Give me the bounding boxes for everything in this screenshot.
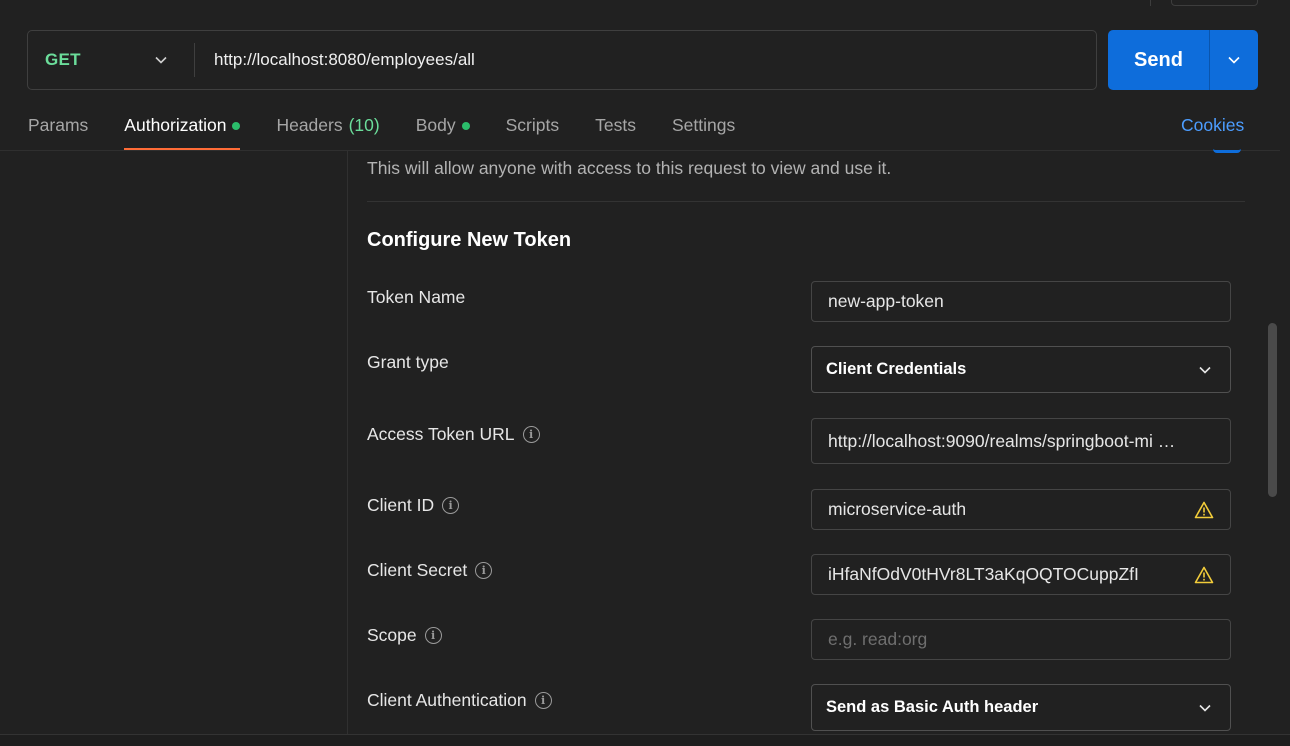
warning-icon[interactable] xyxy=(1194,501,1214,519)
status-dot xyxy=(461,122,470,130)
tab-label: Headers xyxy=(276,115,343,135)
share-notice: This will allow anyone with access to th… xyxy=(367,158,892,178)
postman-request-view: GET http://localhost:8080/employees/all … xyxy=(0,0,1290,746)
tab-label: Body xyxy=(415,115,456,135)
tab-params[interactable]: Params xyxy=(28,108,88,150)
client-secret-input[interactable]: iHfaNfOdV0tHVr8LT3aKqOQTOCuppZfI xyxy=(811,554,1231,595)
label-text: Token Name xyxy=(367,287,466,307)
tab-scripts[interactable]: Scripts xyxy=(506,108,559,150)
chevron-down-icon xyxy=(1227,53,1241,67)
client-id-input[interactable]: microservice-auth xyxy=(811,489,1231,530)
method-label: GET xyxy=(45,50,81,69)
client-authentication-select[interactable]: Send as Basic Auth header xyxy=(811,684,1231,731)
info-icon[interactable]: i xyxy=(442,497,460,514)
label-text: Access Token URL xyxy=(367,424,515,444)
token-name-input[interactable]: new-app-token xyxy=(811,281,1231,322)
share-toggle-partial[interactable] xyxy=(1213,149,1241,153)
cookies-link[interactable]: Cookies xyxy=(1181,115,1244,136)
chevron-down-icon xyxy=(154,53,168,67)
field-value: microservice-auth xyxy=(828,499,967,519)
scope-label: Scope i xyxy=(367,625,442,646)
field-placeholder: e.g. read:org xyxy=(828,629,928,649)
chevron-down-icon xyxy=(1198,701,1212,715)
grant-type-label: Grant type xyxy=(367,352,449,373)
access-token-url-input[interactable]: http://localhost:9090/realms/springboot-… xyxy=(811,418,1231,464)
tab-settings[interactable]: Settings xyxy=(672,108,735,150)
toolbar-button-partial[interactable] xyxy=(1171,0,1258,6)
chevron-down-icon xyxy=(1198,363,1212,377)
send-options-button[interactable] xyxy=(1210,30,1258,90)
request-bar: GET http://localhost:8080/employees/all xyxy=(27,30,1097,90)
section-title: Configure New Token xyxy=(367,229,572,251)
info-icon[interactable]: i xyxy=(534,692,552,709)
field-value: http://localhost:9090/realms/springboot-… xyxy=(828,430,1176,451)
label-text: Scope xyxy=(367,625,417,645)
tab-body[interactable]: Body xyxy=(416,108,470,150)
token-name-label: Token Name xyxy=(367,287,465,308)
send-button[interactable]: Send xyxy=(1108,49,1209,72)
scope-input[interactable]: e.g. read:org xyxy=(811,619,1231,660)
info-icon[interactable]: i xyxy=(424,627,442,644)
info-icon[interactable]: i xyxy=(475,562,493,579)
client-authentication-label: Client Authentication i xyxy=(367,690,552,711)
tab-label: Settings xyxy=(671,115,736,135)
tab-label: Authorization xyxy=(124,115,227,135)
tab-label: Tests xyxy=(595,115,636,135)
info-icon[interactable]: i xyxy=(522,426,540,443)
label-text: Client Authentication xyxy=(367,690,527,710)
field-value: new-app-token xyxy=(828,291,944,311)
scrollbar-thumb[interactable] xyxy=(1268,323,1277,497)
tab-authorization[interactable]: Authorization xyxy=(124,108,241,150)
client-secret-label: Client Secret i xyxy=(367,560,493,581)
grant-type-select[interactable]: Client Credentials xyxy=(811,346,1231,393)
bottom-panel-edge xyxy=(0,734,1290,746)
label-text: Grant type xyxy=(367,352,449,372)
client-id-label: Client ID i xyxy=(367,495,460,516)
tab-label: Scripts xyxy=(505,115,560,135)
auth-type-pane xyxy=(0,151,348,734)
method-select[interactable]: GET xyxy=(28,31,194,89)
label-text: Client ID xyxy=(367,495,435,515)
send-button-group: Send xyxy=(1108,30,1258,90)
warning-icon[interactable] xyxy=(1194,566,1214,584)
section-divider xyxy=(367,201,1245,202)
tab-headers[interactable]: Headers (10) xyxy=(276,108,379,150)
headers-count: (10) xyxy=(348,115,380,135)
tab-tests[interactable]: Tests xyxy=(595,108,636,150)
access-token-url-label: Access Token URL i xyxy=(367,424,540,445)
request-tabs: Params Authorization Headers (10) Body S… xyxy=(28,108,771,150)
select-value: Client Credentials xyxy=(826,360,967,378)
select-value: Send as Basic Auth header xyxy=(826,698,1039,716)
toolbar-separator xyxy=(1150,0,1151,6)
auth-config-pane: This will allow anyone with access to th… xyxy=(349,149,1267,734)
label-text: Client Secret xyxy=(367,560,468,580)
url-input[interactable]: http://localhost:8080/employees/all xyxy=(195,50,1096,70)
tab-label: Params xyxy=(28,115,89,135)
status-dot xyxy=(232,122,241,130)
field-value: iHfaNfOdV0tHVr8LT3aKqOQTOCuppZfI xyxy=(828,564,1139,584)
